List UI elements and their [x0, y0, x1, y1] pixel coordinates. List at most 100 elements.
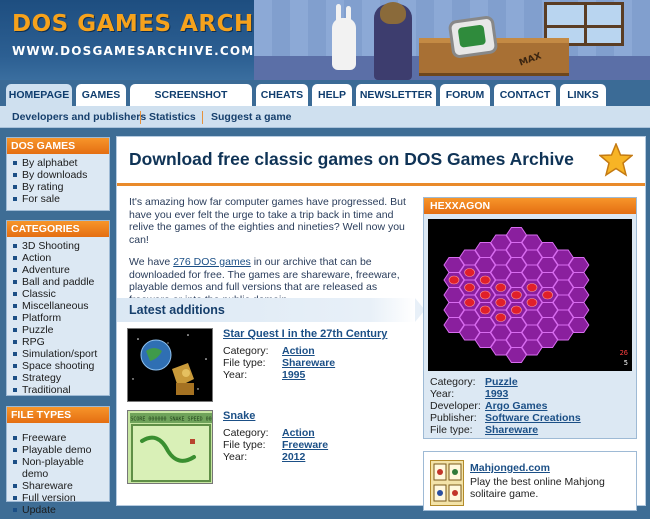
hex-gem — [495, 298, 507, 307]
game-thumbnail-star-quest[interactable] — [127, 328, 213, 402]
hexxagon-board: 26 5 — [428, 219, 632, 371]
featured-year-row: Year: 1993 — [430, 388, 508, 400]
sidebar-filetype-full-version[interactable]: Full version — [13, 492, 109, 504]
featured-game-box: HEXXAGON 26 5 Category: Puzzle Year: 1993 … — [423, 197, 637, 439]
latest-game-item: Star Quest I in the 27th Century Categor… — [127, 328, 411, 404]
sidebar-category-adventure[interactable]: Adventure — [13, 264, 109, 276]
hexxagon-score: 26 — [620, 349, 628, 357]
sidebar-category-miscellaneous[interactable]: Miscellaneous — [13, 300, 109, 312]
featured-year-link[interactable]: 1993 — [485, 388, 508, 400]
featured-game-screenshot[interactable]: 26 5 — [428, 219, 632, 371]
sidebar-filetype-freeware[interactable]: Freeware — [13, 432, 109, 444]
tab-help[interactable]: HELP — [312, 84, 352, 106]
hex-gem — [526, 298, 538, 307]
tab-forum[interactable]: FORUM — [440, 84, 490, 106]
sidebar-filetype-playable-demo[interactable]: Playable demo — [13, 444, 109, 456]
sidebar-filetype-update[interactable]: Update — [13, 504, 109, 516]
tab-newsletter[interactable]: NEWSLETTER — [356, 84, 436, 106]
star-icon[interactable] — [599, 143, 633, 177]
game-year-link[interactable]: 1995 — [282, 369, 305, 381]
sidebar-category-puzzle[interactable]: Puzzle — [13, 324, 109, 336]
label-category: Category: — [223, 427, 269, 439]
sidebar-category-ball-and-paddle[interactable]: Ball and paddle — [13, 276, 109, 288]
sidebar-dos-games-title: DOS GAMES — [7, 138, 109, 154]
scene-dog-character — [374, 2, 412, 80]
sidebar-link-by-alphabet[interactable]: By alphabet — [13, 157, 109, 169]
mahjong-thumbnail[interactable] — [430, 460, 464, 506]
sidebar-category-classic[interactable]: Classic — [13, 288, 109, 300]
featured-filetype-row: File type: Shareware — [430, 424, 538, 436]
title-divider — [117, 183, 645, 186]
hex-gem — [526, 283, 538, 292]
hex-cell — [568, 317, 590, 333]
tab-screenshot-gallery[interactable]: SCREENSHOT GALLERY — [130, 84, 252, 123]
site-url: WWW.DOSGAMESARCHIVE.COM — [12, 44, 255, 58]
featured-filetype-link[interactable]: Shareware — [485, 424, 538, 436]
main-nav: HOMEPAGE GAMES SCREENSHOT GALLERY CHEATS… — [0, 80, 650, 123]
sidebar-category-rpg[interactable]: RPG — [13, 336, 109, 348]
game-category-link[interactable]: Action — [282, 427, 315, 439]
scene-tv — [447, 14, 499, 60]
sidebar-category-platform[interactable]: Platform — [13, 312, 109, 324]
label-year: Year: — [223, 451, 248, 463]
tab-links[interactable]: LINKS — [560, 84, 606, 106]
tab-contact[interactable]: CONTACT — [494, 84, 556, 106]
hex-gem — [464, 283, 475, 292]
label-developer: Developer: — [430, 400, 481, 412]
featured-developer-link[interactable]: Argo Games — [485, 400, 547, 412]
subnav-developers-and-publishers[interactable]: Developers and publishers — [12, 106, 146, 128]
game-title-link[interactable]: Star Quest I in the 27th Century — [223, 328, 387, 340]
hex-gem — [479, 305, 491, 315]
sidebar-filetype-non-playable-demo[interactable]: Non-playable demo — [13, 456, 109, 480]
subnav-statistics[interactable]: Statistics — [149, 106, 196, 128]
sidebar-link-by-rating[interactable]: By rating — [13, 181, 109, 193]
label-file-type: File type: — [430, 424, 473, 436]
hex-cell — [568, 287, 590, 303]
label-category: Category: — [430, 376, 476, 388]
sidebar-category-3d-shooting[interactable]: 3D Shooting — [13, 240, 109, 252]
tab-cheats[interactable]: CHEATS — [256, 84, 308, 106]
label-category: Category: — [223, 345, 269, 357]
game-year-link[interactable]: 2012 — [282, 451, 305, 463]
featured-publisher-link[interactable]: Software Creations — [485, 412, 581, 424]
hex-gem — [464, 298, 475, 307]
tab-games[interactable]: GAMES — [76, 84, 126, 106]
hex-cell — [568, 302, 590, 318]
sidebar-dos-games-box: DOS GAMES By alphabet By downloads By ra… — [6, 137, 110, 211]
hex-gem — [495, 283, 507, 292]
site-header: DOS GAMES ARCHIVE WWW.DOSGAMESARCHIVE.CO… — [0, 0, 650, 80]
sidebar-category-strategy[interactable]: Strategy — [13, 372, 109, 384]
mahjong-title-link[interactable]: Mahjonged.com — [470, 462, 550, 474]
featured-game-title: HEXXAGON — [424, 198, 636, 214]
game-category-link[interactable]: Action — [282, 345, 315, 357]
sidebar-link-for-sale[interactable]: For sale — [13, 193, 109, 205]
tab-homepage[interactable]: HOMEPAGE — [6, 84, 72, 106]
scene-desk-sign: MAX — [517, 51, 543, 69]
sidebar-category-action[interactable]: Action — [13, 252, 109, 264]
subnav-separator — [140, 111, 141, 124]
game-filetype-link[interactable]: Freeware — [282, 439, 328, 451]
sidebar-category-traditional[interactable]: Traditional — [13, 384, 109, 396]
sidebar-filetype-shareware[interactable]: Shareware — [13, 480, 109, 492]
main-content: Download free classic games on DOS Games… — [116, 136, 646, 511]
sidebar-link-by-downloads[interactable]: By downloads — [13, 169, 109, 181]
hex-gem — [479, 275, 491, 285]
game-filetype-row: File type: Freeware — [223, 439, 328, 451]
game-title-link[interactable]: Snake — [223, 410, 255, 422]
sidebar-category-simulation-sport[interactable]: Simulation/sport — [13, 348, 109, 360]
hex-gem — [495, 313, 507, 322]
games-count-link[interactable]: 276 DOS games — [173, 256, 251, 268]
game-filetype-row: File type: Shareware — [223, 357, 335, 369]
hexxagon-score-2: 5 — [624, 359, 628, 367]
sidebar-categories-box: CATEGORIES 3D Shooting Action Adventure … — [6, 220, 110, 396]
featured-category-link[interactable]: Puzzle — [485, 376, 518, 388]
subnav-suggest-a-game[interactable]: Suggest a game — [211, 106, 292, 128]
mahjong-promo-box: Mahjonged.com Play the best online Mahjo… — [423, 451, 637, 511]
game-filetype-link[interactable]: Shareware — [282, 357, 335, 369]
label-year: Year: — [223, 369, 248, 381]
game-year-row: Year: 1995 — [223, 369, 305, 381]
sidebar-category-space-shooting[interactable]: Space shooting — [13, 360, 109, 372]
game-thumbnail-snake[interactable]: SCORE 000000 SNAKE SPEED 00 — [127, 410, 213, 484]
featured-developer-row: Developer: Argo Games — [430, 400, 547, 412]
subnav-separator — [202, 111, 203, 124]
